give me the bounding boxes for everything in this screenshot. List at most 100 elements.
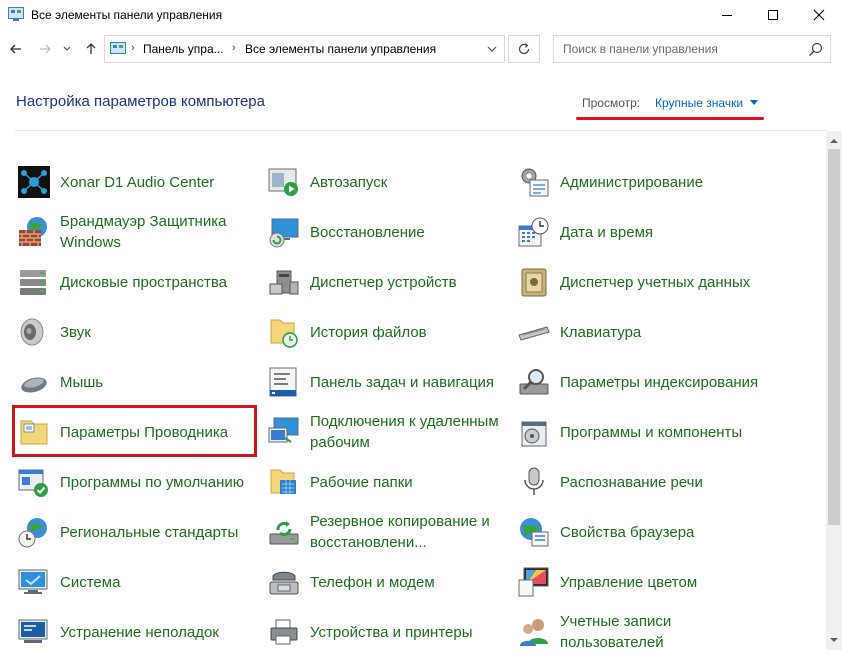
- item-taskbar[interactable]: Панель задач и навигация: [268, 357, 513, 407]
- speaker-icon: [20, 318, 44, 346]
- mouse-icon: [21, 377, 47, 393]
- item-label: Звук: [60, 323, 91, 341]
- view-by-dropdown[interactable]: Крупные значки: [655, 96, 743, 110]
- maximize-button[interactable]: [750, 0, 796, 30]
- item-device-manager[interactable]: Диспетчер устройств: [268, 257, 513, 307]
- item-label: Дата и время: [560, 223, 654, 241]
- item-mouse[interactable]: Мышь: [18, 357, 263, 407]
- recent-locations-button[interactable]: [60, 39, 74, 59]
- audio-center-icon: [18, 166, 50, 198]
- item-admin-tools[interactable]: Администрирование: [518, 157, 763, 207]
- item-label: Параметры индексирования: [560, 373, 759, 391]
- item-autoplay[interactable]: Автозапуск: [268, 157, 513, 207]
- item-recovery[interactable]: Восстановление: [268, 207, 513, 257]
- refresh-icon: [518, 43, 530, 55]
- item-label: Восстановление: [310, 223, 425, 241]
- search-placeholder: Поиск в панели управления: [563, 42, 718, 56]
- item-storage-spaces[interactable]: Дисковые пространства: [18, 257, 263, 307]
- breadcrumb-separator-icon[interactable]: ›: [232, 42, 236, 54]
- window-title: Все элементы панели управления: [31, 8, 223, 22]
- item-firewall[interactable]: Брандмауэр Защитника Windows: [18, 207, 263, 257]
- credential-manager-icon: [521, 268, 547, 297]
- scroll-thumb[interactable]: [828, 149, 840, 525]
- caret-down-icon[interactable]: [750, 100, 758, 105]
- item-label: Система: [60, 573, 121, 591]
- highlight-underline: [576, 117, 764, 120]
- default-programs-icon: [18, 469, 48, 497]
- item-label: Мышь: [60, 373, 104, 391]
- chevron-down-icon: [63, 46, 71, 51]
- item-label: Резервное копирование и восстановлени...: [310, 513, 490, 551]
- breadcrumb-separator-icon[interactable]: ›: [131, 42, 135, 54]
- device-manager-icon: [269, 270, 299, 295]
- remoteapp-icon: [268, 417, 299, 443]
- item-work-folders[interactable]: Рабочие папки: [268, 457, 513, 507]
- item-speech-recognition[interactable]: Распознавание речи: [518, 457, 763, 507]
- troubleshooting-icon: [18, 619, 48, 643]
- item-backup[interactable]: Резервное копирование и восстановлени...: [268, 507, 513, 557]
- item-xonar-audio[interactable]: Xonar D1 Audio Center: [18, 157, 263, 207]
- close-icon: [813, 9, 825, 21]
- search-icon: [809, 42, 823, 56]
- region-icon: [18, 518, 47, 548]
- back-button[interactable]: [6, 39, 26, 59]
- refresh-button[interactable]: [508, 35, 540, 63]
- close-button[interactable]: [796, 0, 842, 30]
- maximize-icon: [768, 10, 778, 20]
- item-label: Региональные стандарты: [60, 523, 239, 541]
- item-region[interactable]: Региональные стандарты: [18, 507, 263, 557]
- minimize-button[interactable]: [704, 0, 750, 30]
- title-bar[interactable]: Все элементы панели управления: [0, 0, 842, 30]
- arrow-up-icon: [86, 43, 96, 54]
- minimize-icon: [722, 15, 732, 16]
- item-remoteapp[interactable]: Подключения к удаленным рабочим: [268, 407, 513, 457]
- item-color-management[interactable]: Управление цветом: [518, 557, 763, 607]
- keyboard-icon: [518, 326, 550, 341]
- item-file-history[interactable]: История файлов: [268, 307, 513, 357]
- color-management-icon: [518, 567, 549, 597]
- item-label: Администрирование: [560, 173, 704, 191]
- breadcrumb-all-items[interactable]: Все элементы панели управления: [245, 42, 436, 56]
- address-bar[interactable]: › Панель упра... › Все элементы панели у…: [104, 35, 505, 63]
- breadcrumb-control-panel[interactable]: Панель упра...: [143, 42, 224, 56]
- control-panel-icon: [8, 7, 24, 21]
- forward-button[interactable]: [35, 39, 55, 59]
- item-phone-modem[interactable]: Телефон и модем: [268, 557, 513, 607]
- item-label: Брандмауэр Защитника Windows: [60, 213, 227, 251]
- header-divider: [14, 130, 826, 131]
- item-label: Xonar D1 Audio Center: [60, 173, 215, 191]
- scroll-up-button[interactable]: [826, 133, 842, 149]
- chevron-down-icon[interactable]: [486, 44, 498, 54]
- item-programs-features[interactable]: Программы и компоненты: [518, 407, 763, 457]
- item-label: Диспетчер устройств: [310, 273, 457, 291]
- item-system[interactable]: Система: [18, 557, 263, 607]
- indexing-icon: [519, 369, 549, 395]
- item-credential-manager[interactable]: Диспетчер учетных данных: [518, 257, 763, 307]
- item-keyboard[interactable]: Клавиатура: [518, 307, 763, 357]
- item-indexing[interactable]: Параметры индексирования: [518, 357, 763, 407]
- item-label: Подключения к удаленным рабочим: [310, 413, 499, 451]
- item-default-programs[interactable]: Программы по умолчанию: [18, 457, 263, 507]
- admin-tools-icon: [521, 168, 549, 197]
- up-button[interactable]: [81, 39, 101, 59]
- arrow-up-icon: [830, 139, 838, 143]
- backup-icon: [269, 521, 299, 545]
- item-label: Программы по умолчанию: [60, 473, 244, 491]
- arrow-right-icon: [40, 44, 51, 54]
- recovery-icon: [269, 218, 299, 248]
- system-icon: [18, 569, 48, 594]
- item-label: Телефон и модем: [310, 573, 435, 591]
- item-label: Распознавание речи: [560, 473, 703, 491]
- scroll-down-button[interactable]: [826, 632, 842, 648]
- microphone-icon: [524, 467, 544, 495]
- item-label: Диспетчер учетных данных: [560, 273, 751, 291]
- taskbar-icon: [269, 367, 297, 397]
- item-sound[interactable]: Звук: [18, 307, 263, 357]
- search-input[interactable]: Поиск в панели управления: [553, 35, 831, 63]
- arrow-down-icon: [830, 638, 838, 642]
- item-date-time[interactable]: Дата и время: [518, 207, 763, 257]
- vertical-scrollbar[interactable]: [826, 131, 842, 650]
- highlight-box: [12, 405, 257, 457]
- item-internet-options[interactable]: Свойства браузера: [518, 507, 763, 557]
- item-label: Клавиатура: [560, 323, 642, 341]
